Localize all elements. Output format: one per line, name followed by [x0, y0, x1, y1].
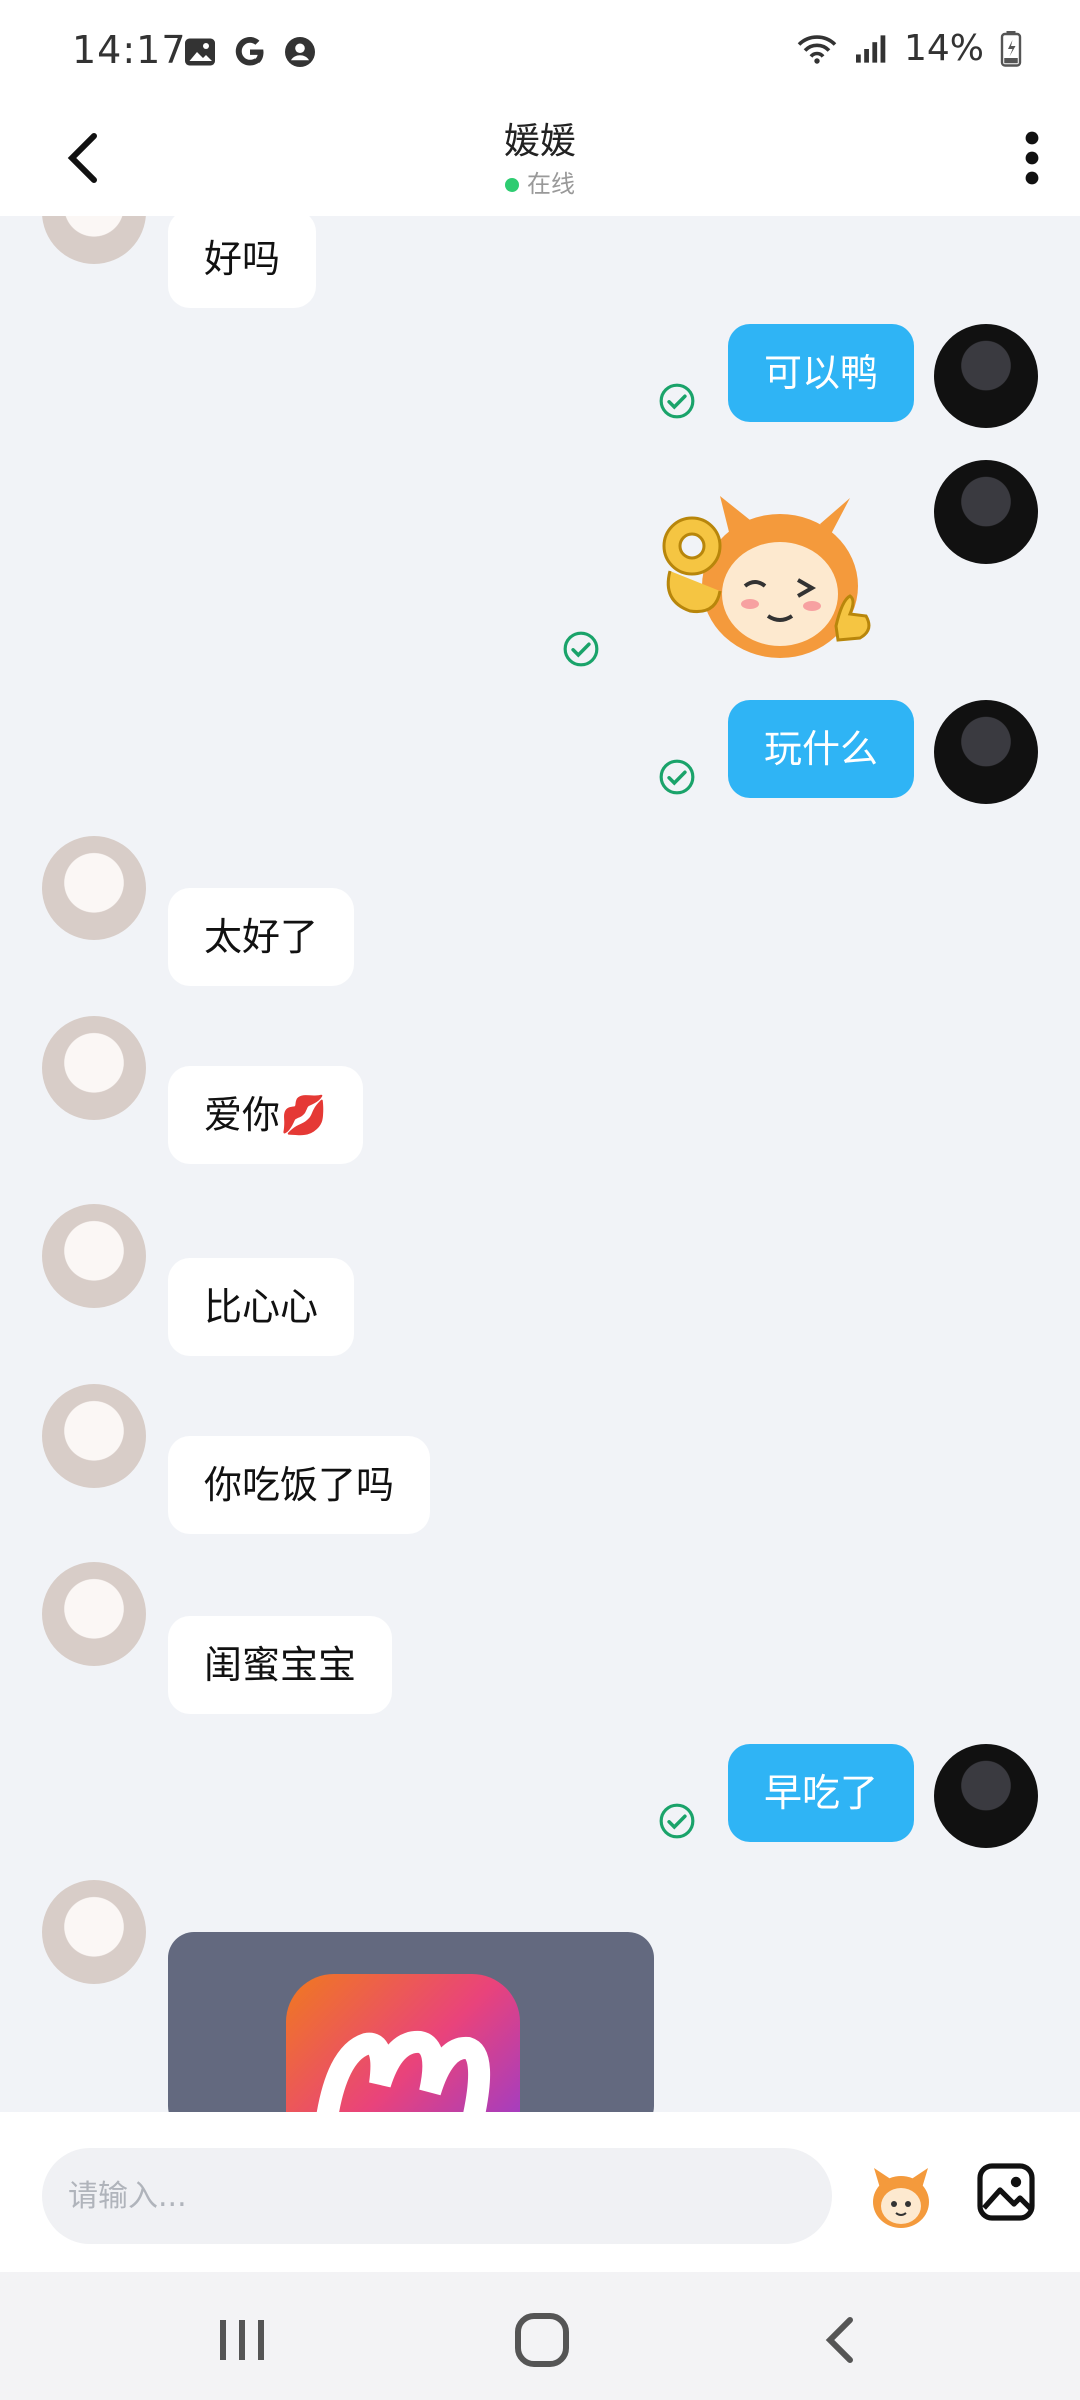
message-text: 爱你 — [204, 1093, 281, 1137]
chat-header: 媛媛 在线 — [0, 100, 1080, 216]
status-left-icons — [182, 34, 318, 70]
google-icon — [235, 37, 264, 66]
system-nav-bar — [0, 2272, 1080, 2400]
online-status: 在线 — [0, 164, 1080, 199]
wifi-icon — [797, 34, 837, 64]
lips-emoji: 💋 — [280, 1093, 328, 1137]
home-icon[interactable] — [512, 2310, 572, 2370]
status-right: 14% — [796, 28, 1022, 69]
message-bubble-in[interactable]: 闺蜜宝宝 — [168, 1616, 393, 1714]
contact-avatar[interactable] — [42, 1880, 146, 1984]
message-list[interactable]: 好吗 可以鸭 玩什么 太好了 爱你💋 比心心 你吃饭了吗 闺蜜宝宝 早吃了 — [0, 216, 1080, 2112]
read-check-icon — [659, 759, 695, 795]
contact-avatar[interactable] — [42, 1016, 146, 1120]
online-dot — [505, 178, 519, 192]
message-bubble-in[interactable]: 好吗 — [168, 216, 317, 308]
message-bubble-out[interactable]: 早吃了 — [727, 1744, 914, 1842]
my-avatar[interactable] — [934, 324, 1038, 428]
read-check-icon — [563, 631, 599, 667]
image-picker-icon[interactable] — [974, 2160, 1038, 2224]
contact-avatar[interactable] — [42, 836, 146, 940]
status-time: 14:17 — [72, 28, 187, 72]
message-bubble-out[interactable]: 可以鸭 — [727, 324, 914, 422]
more-vertical-icon[interactable] — [996, 122, 1068, 194]
contact-avatar[interactable] — [42, 1562, 146, 1666]
gallery-icon — [185, 38, 215, 66]
input-bar — [0, 2112, 1080, 2272]
nav-back-icon[interactable] — [812, 2312, 872, 2368]
recent-apps-icon[interactable] — [212, 2312, 272, 2368]
my-avatar[interactable] — [934, 1744, 1038, 1848]
status-bar: 14:17 14% — [0, 0, 1080, 100]
message-bubble-in[interactable]: 太好了 — [168, 888, 355, 986]
online-status-text: 在线 — [527, 170, 575, 198]
battery-icon — [1000, 30, 1022, 67]
my-avatar[interactable] — [934, 460, 1038, 564]
read-check-icon — [659, 1803, 695, 1839]
battery-percent: 14% — [903, 28, 984, 69]
contact-avatar[interactable] — [42, 1204, 146, 1308]
m-letter-icon — [316, 2030, 491, 2112]
app-share-card[interactable] — [168, 1932, 654, 2112]
mascot-emoji-icon[interactable] — [866, 2162, 936, 2232]
message-bubble-in[interactable]: 你吃饭了吗 — [168, 1436, 431, 1534]
read-check-icon — [659, 383, 695, 419]
ok-thumbs-up-mascot-sticker[interactable] — [650, 476, 880, 676]
message-bubble-in[interactable]: 爱你💋 — [168, 1066, 364, 1164]
signal-icon — [855, 34, 886, 63]
my-avatar[interactable] — [934, 700, 1038, 804]
contact-avatar[interactable] — [42, 1384, 146, 1488]
message-bubble-in[interactable]: 比心心 — [168, 1258, 355, 1356]
m-app-logo — [286, 1974, 520, 2112]
account-icon — [285, 37, 315, 67]
message-input[interactable] — [42, 2148, 832, 2244]
contact-name: 媛媛 — [503, 121, 576, 162]
contact-avatar[interactable] — [42, 216, 146, 264]
message-bubble-out[interactable]: 玩什么 — [727, 700, 914, 798]
